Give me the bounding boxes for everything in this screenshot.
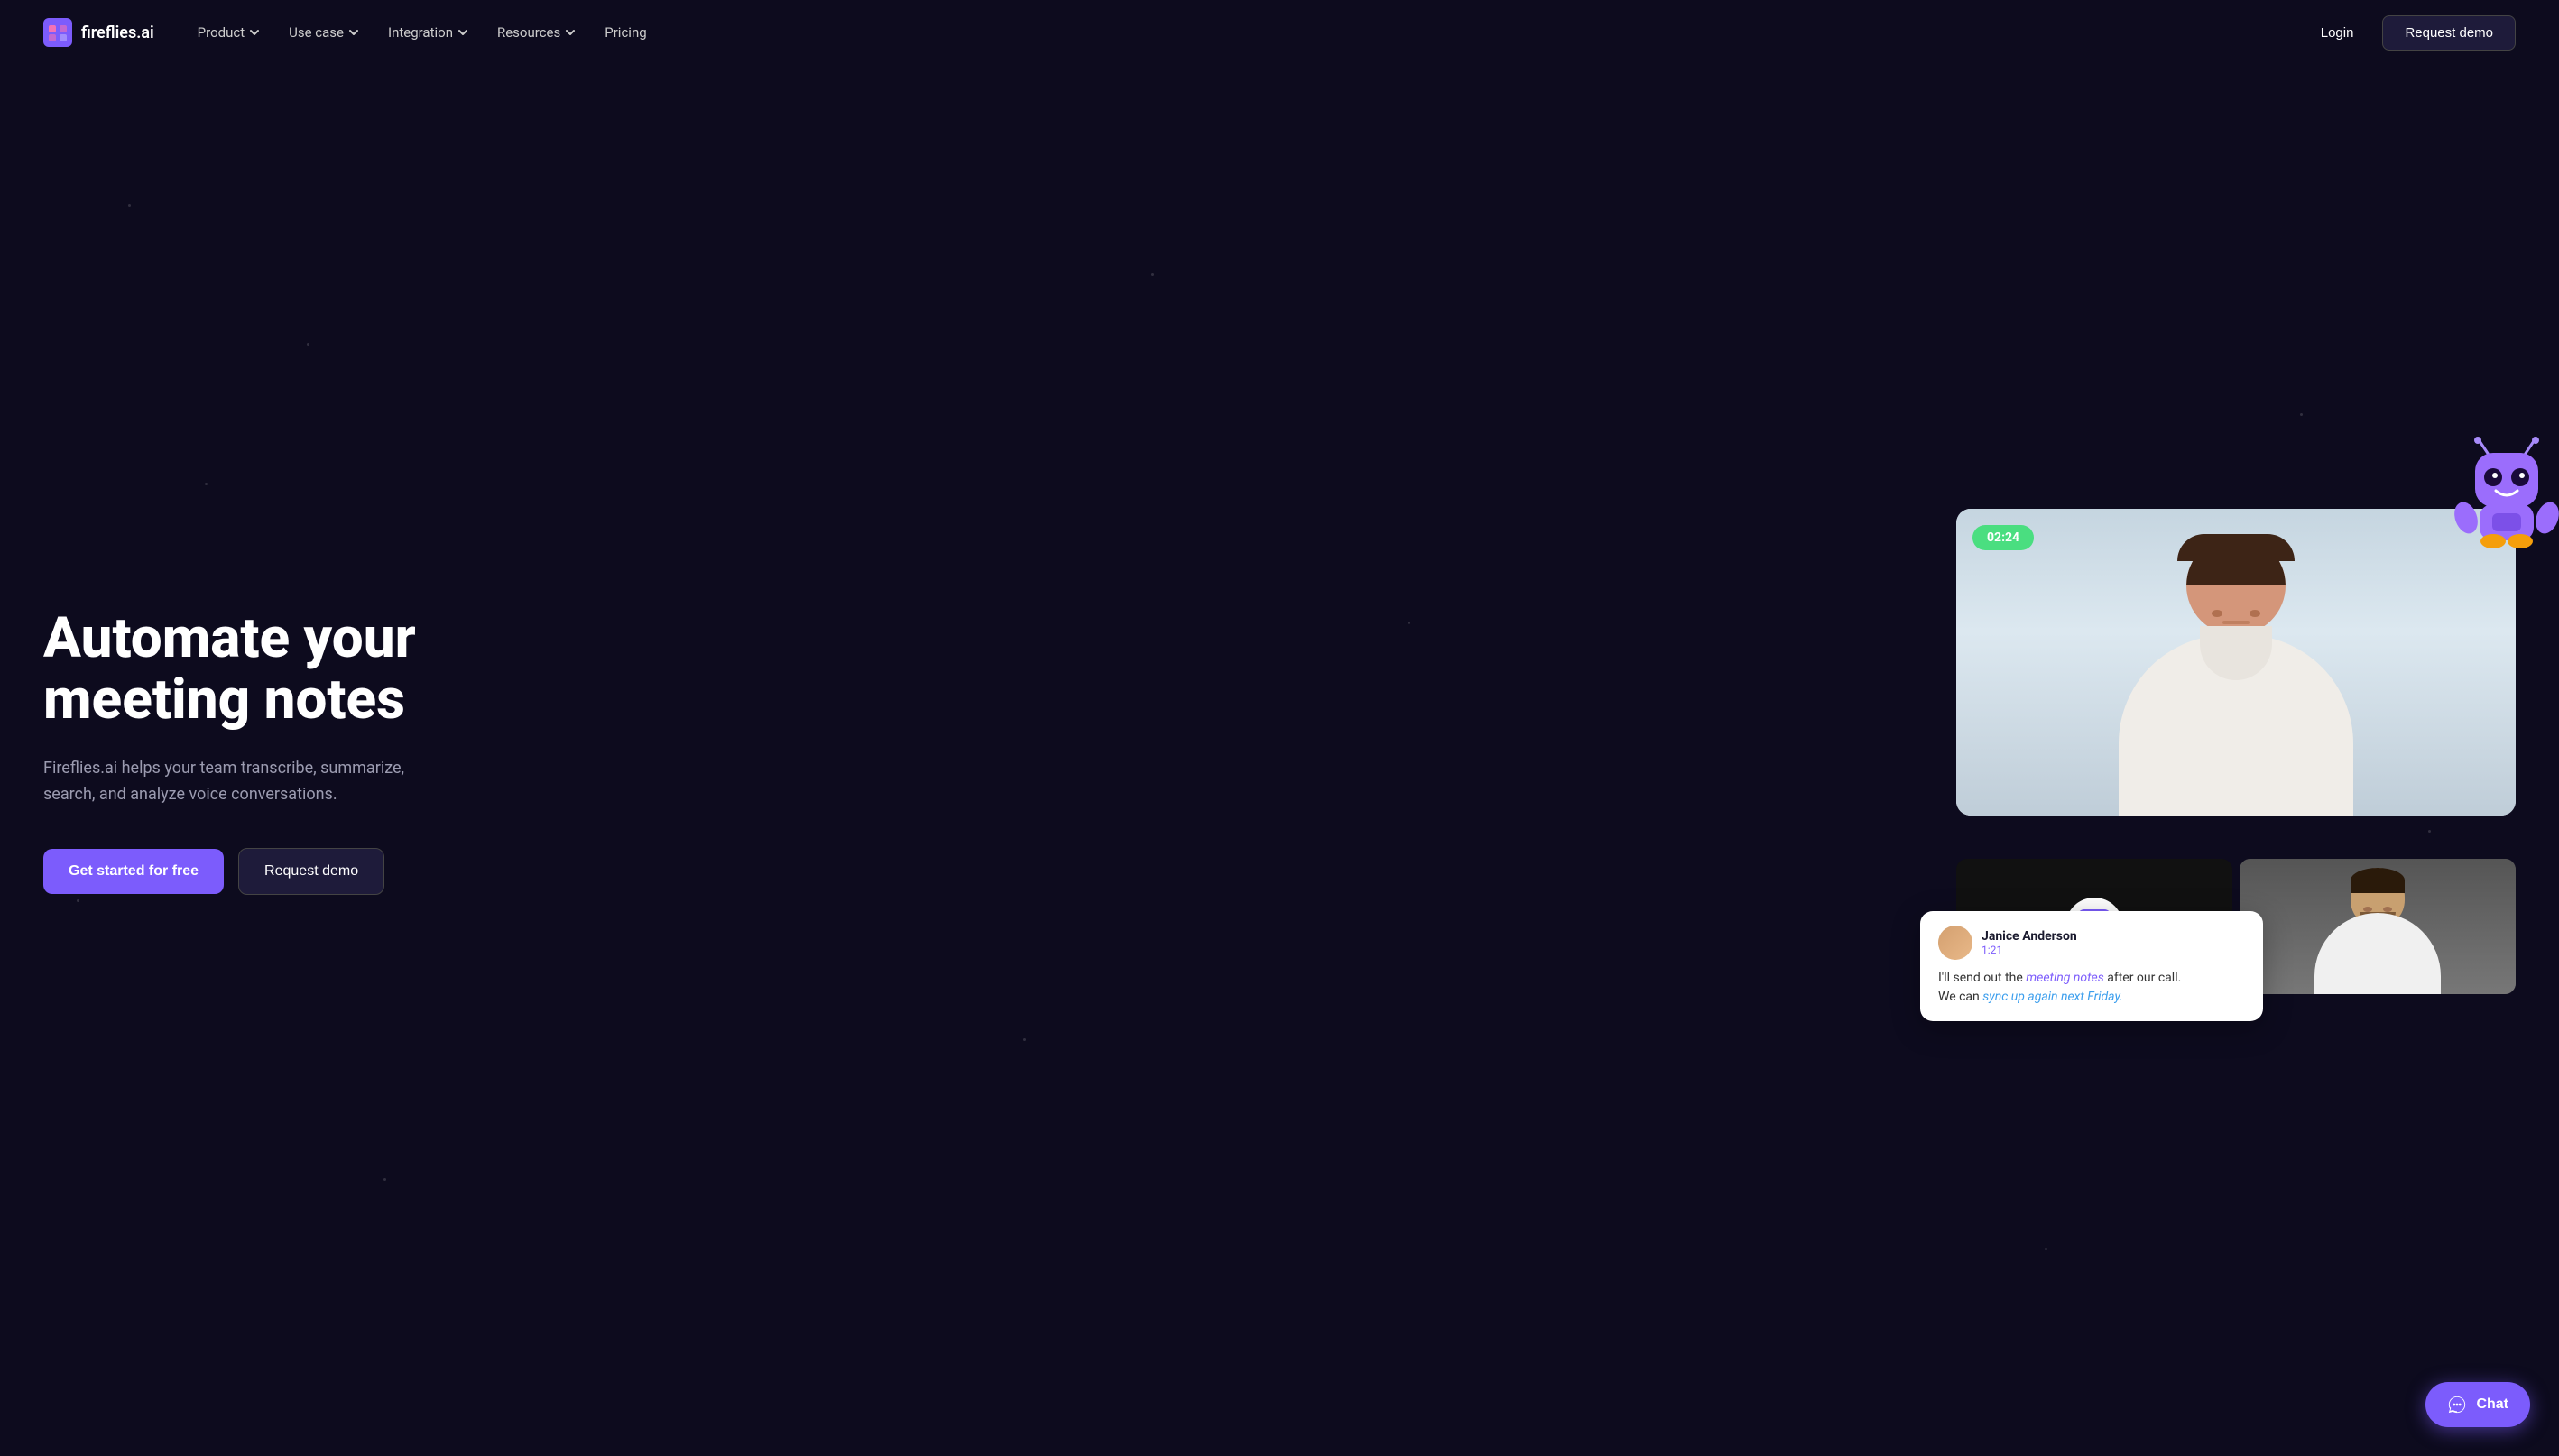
chevron-down-icon	[348, 27, 359, 38]
video-background	[1956, 509, 2516, 816]
nav-item-integration[interactable]: Integration	[377, 17, 479, 48]
logo-icon	[43, 18, 72, 47]
logo-text: fireflies.ai	[81, 23, 154, 42]
video-container: 02:24 Janice Anderson 1:21 I'll send out…	[1956, 509, 2516, 994]
speaker-name: Janice Anderson	[1982, 929, 2077, 944]
avatar	[1938, 926, 1972, 960]
transcript-header: Janice Anderson 1:21	[1938, 926, 2245, 960]
avatar-image	[1938, 926, 1972, 960]
person-video-tile	[2240, 859, 2516, 994]
request-demo-hero-button[interactable]: Request demo	[238, 848, 384, 895]
chevron-down-icon	[457, 27, 468, 38]
transcript-text: I'll send out the meeting notes after ou…	[1938, 969, 2245, 1007]
nav-item-pricing[interactable]: Pricing	[594, 17, 657, 48]
main-video-card: 02:24	[1956, 509, 2516, 816]
robot-mascot	[2453, 437, 2559, 554]
get-started-button[interactable]: Get started for free	[43, 849, 224, 894]
chevron-down-icon	[565, 27, 576, 38]
login-button[interactable]: Login	[2306, 18, 2369, 48]
navbar: fireflies.ai Product Use case Integratio…	[0, 0, 2559, 65]
hero-subtitle: Fireflies.ai helps your team transcribe,…	[43, 756, 422, 808]
robot-illustration	[2453, 437, 2559, 554]
hero-buttons: Get started for free Request demo	[43, 848, 513, 895]
chat-button[interactable]: Chat	[2425, 1382, 2530, 1427]
speaker-info: Janice Anderson 1:21	[1982, 929, 2077, 956]
timer-badge: 02:24	[1972, 525, 2034, 550]
logo[interactable]: fireflies.ai	[43, 18, 154, 47]
nav-right: Login Request demo	[2306, 15, 2516, 51]
speaker-timestamp: 1:21	[1982, 944, 2077, 956]
nav-item-usecase[interactable]: Use case	[278, 17, 370, 48]
chat-label: Chat	[2476, 1396, 2508, 1413]
hero-left: Automate your meeting notes Fireflies.ai…	[43, 608, 513, 895]
hero-right: 02:24 Janice Anderson 1:21 I'll send out…	[1884, 509, 2516, 994]
nav-links: Product Use case Integration Resources	[187, 17, 658, 48]
chevron-down-icon	[249, 27, 260, 38]
request-demo-nav-button[interactable]: Request demo	[2382, 15, 2516, 51]
chat-icon	[2447, 1395, 2467, 1415]
nav-item-resources[interactable]: Resources	[486, 17, 587, 48]
hero-title: Automate your meeting notes	[43, 608, 513, 731]
nav-item-product[interactable]: Product	[187, 17, 271, 48]
nav-left: fireflies.ai Product Use case Integratio…	[43, 17, 658, 48]
transcript-card: Janice Anderson 1:21 I'll send out the m…	[1920, 911, 2263, 1021]
hero-section: Automate your meeting notes Fireflies.ai…	[0, 65, 2559, 1456]
